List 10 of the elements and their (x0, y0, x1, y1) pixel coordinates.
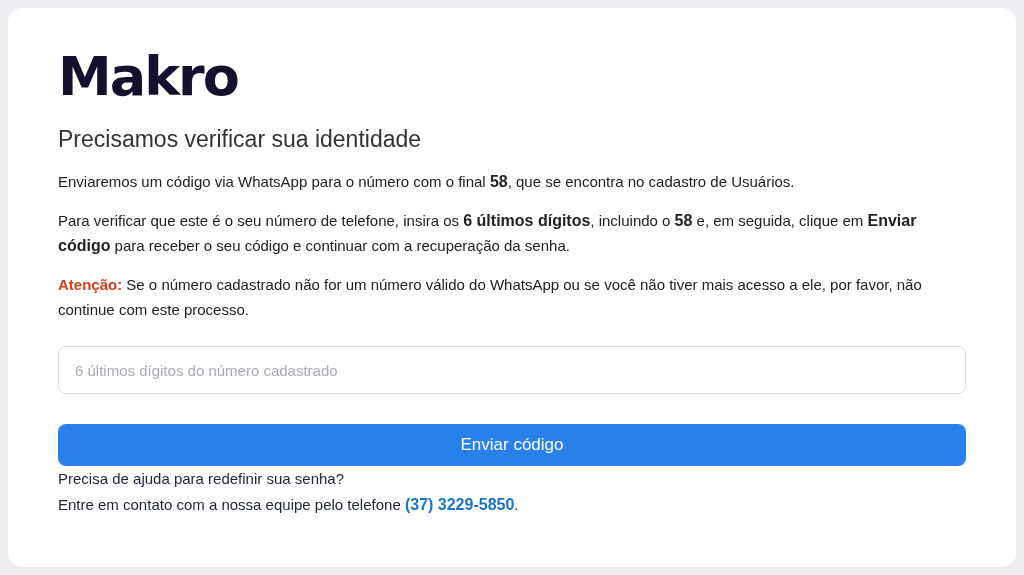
page-heading: Precisamos verificar sua identidade (58, 126, 423, 153)
period-text: . (514, 496, 519, 513)
warning-text: Atenção: Se o número cadastrado não for um número válido do WhatsApp ou se você não tiver mais acesso a ele, por favor, não continue com este processo. (58, 275, 923, 320)
info-text: Para verificar que este é o seu número de telefone, insira os 6 últimos dígitos, incluindo o 58 e, em seguida, clique em Enviar código para receber o seu código e continuar com a recuperação da senha. (58, 211, 918, 256)
help-text: Precisa de ajuda para redefinir sua senha? (58, 469, 346, 489)
logo: Makro (58, 48, 238, 106)
contact-text: Entre em contato com a nossa equipe pelo telefone (58, 496, 401, 513)
info-text: Enviaremos um código via WhatsApp para o número com o final 58, que se encontra no cadastro de Usuários. (58, 172, 796, 192)
input-field[interactable]: 6 últimos dígitos do número cadastrado (58, 346, 966, 394)
send-code-button[interactable]: Enviar código (58, 424, 966, 466)
